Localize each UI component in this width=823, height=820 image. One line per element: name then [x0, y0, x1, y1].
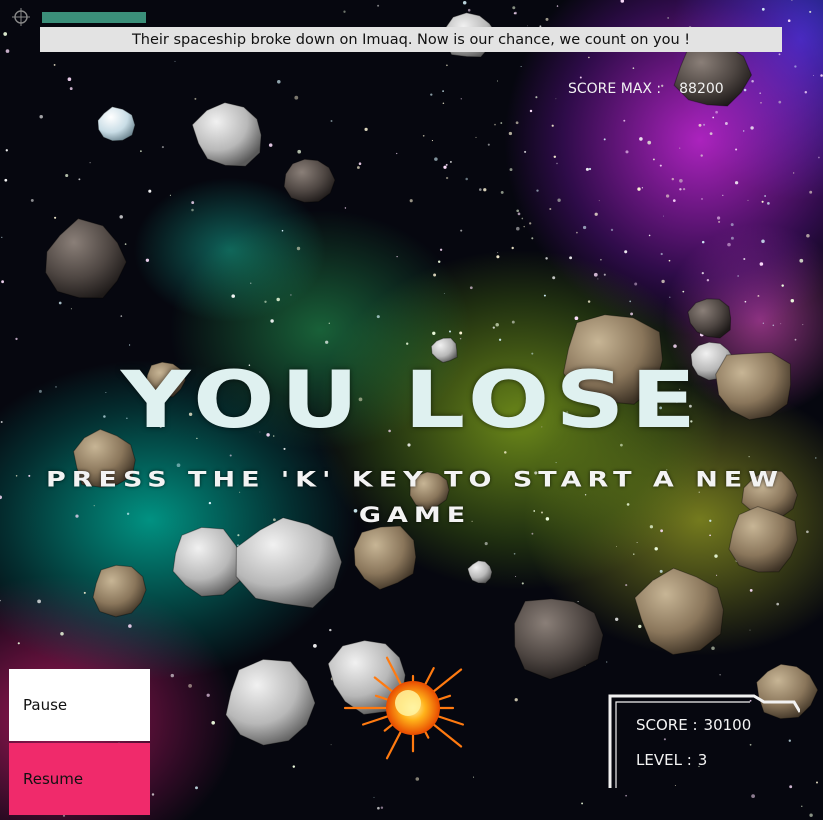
hud-level: LEVEL : 3 [636, 751, 707, 769]
asteroid [97, 106, 136, 142]
asteroid [687, 298, 732, 339]
game-canvas[interactable]: Their spaceship broke down on Imuaq. Now… [0, 0, 823, 820]
asteroid [467, 560, 493, 584]
asteroid [92, 564, 147, 618]
score-max-label: SCORE MAX : [568, 81, 662, 97]
health-bar [42, 12, 146, 23]
mission-message-bar: Their spaceship broke down on Imuaq. Now… [40, 27, 782, 52]
asteroid [283, 158, 336, 203]
score-max-display: SCORE MAX : 88200 [568, 81, 724, 97]
asteroid [191, 102, 262, 167]
hud-frame [608, 694, 800, 788]
asteroid [225, 658, 316, 746]
asteroid [513, 598, 604, 680]
level-label: LEVEL : [636, 751, 692, 769]
asteroid [634, 567, 724, 656]
hud-score: SCORE : 30100 [636, 716, 751, 734]
mission-message: Their spaceship broke down on Imuaq. Now… [131, 31, 691, 48]
asteroid [172, 526, 246, 597]
asteroid [353, 525, 417, 591]
pause-button[interactable]: Pause [9, 669, 150, 741]
asteroid [45, 218, 127, 299]
crosshair-icon [12, 8, 30, 26]
score-max-value: 88200 [679, 81, 724, 97]
score-value: 30100 [703, 716, 752, 734]
level-value: 3 [697, 751, 708, 769]
resume-button[interactable]: Resume [9, 743, 150, 815]
game-over-title: YOU LOSE [120, 354, 703, 446]
score-label: SCORE : [636, 716, 698, 734]
restart-instruction: PRESS THE 'K' KEY TO START A NEW GAME [45, 467, 785, 528]
